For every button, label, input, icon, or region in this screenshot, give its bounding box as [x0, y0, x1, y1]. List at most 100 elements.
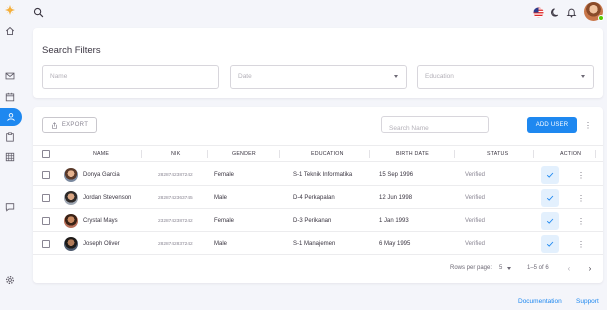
clipboard-icon	[6, 132, 14, 142]
avatar	[64, 191, 78, 205]
header-status: STATUS	[487, 151, 509, 157]
sidebar-item-grid[interactable]	[0, 148, 20, 166]
more-vert-icon[interactable]: ⋮	[577, 192, 585, 204]
cell-nik: 2328742387242	[158, 218, 193, 224]
header-nik: NIK	[171, 151, 181, 157]
chevron-down-icon	[581, 75, 585, 78]
column-separator	[595, 150, 596, 158]
chevron-down-icon	[394, 75, 398, 78]
rows-per-page-select[interactable]: 5	[499, 265, 512, 271]
chat-icon	[5, 203, 15, 212]
column-separator	[533, 150, 534, 158]
export-button[interactable]: EXPORT	[42, 117, 97, 133]
cell-education: S-1 Teknik Informatika	[293, 172, 353, 178]
user-icon	[7, 113, 15, 121]
support-link[interactable]: Support	[576, 298, 599, 305]
cell-birth-date: 15 Sep 1996	[379, 172, 414, 178]
sidebar-item-clipboard[interactable]	[0, 128, 20, 146]
cell-birth-date: 12 Jun 1998	[379, 195, 413, 201]
online-status-dot	[598, 15, 604, 21]
search-icon[interactable]	[32, 6, 44, 18]
sidebar-item-chat[interactable]	[0, 198, 20, 216]
rows-per-page-value: 5	[499, 265, 503, 271]
column-separator	[279, 150, 280, 158]
add-user-button[interactable]: ADD USER	[527, 117, 577, 133]
bell-icon[interactable]	[565, 6, 577, 18]
table-row[interactable]: Crystal Mays 2328742387242 Female D-3 Pe…	[33, 210, 603, 232]
logo-star-icon[interactable]	[0, 1, 20, 19]
cell-education: D-3 Perikanan	[293, 218, 332, 224]
row-checkbox[interactable]	[42, 217, 50, 225]
table-row[interactable]: Jordan Stevenson 2828742363745 Male D-4 …	[33, 187, 603, 209]
moon-icon[interactable]	[549, 6, 561, 18]
check-icon	[546, 195, 554, 201]
row-checkbox[interactable]	[42, 240, 50, 248]
chevron-down-icon	[507, 266, 512, 270]
chevron-left-icon[interactable]: ‹	[564, 263, 574, 273]
sidebar-item-settings[interactable]	[0, 271, 20, 289]
cell-gender: Female	[214, 172, 235, 178]
check-icon	[546, 241, 554, 247]
mail-icon	[5, 72, 15, 80]
documentation-link[interactable]: Documentation	[518, 298, 562, 305]
pagination-range: 1–5 of 6	[527, 265, 549, 271]
select-all-checkbox[interactable]	[42, 150, 50, 158]
export-label: EXPORT	[61, 122, 89, 128]
column-separator	[369, 150, 370, 158]
name-filter-field[interactable]: Name	[42, 65, 219, 89]
header-gender: GENDER	[232, 151, 256, 157]
cell-status: Verified	[465, 172, 486, 178]
us-flag-icon[interactable]	[532, 6, 544, 18]
education-filter-placeholder: Education	[425, 73, 454, 80]
verify-button[interactable]	[541, 212, 559, 230]
cell-name: Crystal Mays	[83, 218, 118, 224]
users-table-card: EXPORT ADD USER ⋮ NAME NIK GENDER EDUCAT…	[33, 107, 603, 283]
cell-birth-date: 1 Jan 1993	[379, 218, 409, 224]
sidebar-item-mail[interactable]	[0, 67, 20, 85]
table-header: NAME NIK GENDER EDUCATION BIRTH DATE STA…	[33, 145, 603, 162]
top-bar	[22, 0, 607, 24]
verify-button[interactable]	[541, 166, 559, 184]
table-row[interactable]: Joseph Oliver 2828742837242 Male S-1 Man…	[33, 233, 603, 255]
column-separator	[141, 150, 142, 158]
date-filter-placeholder: Date	[238, 73, 252, 80]
cell-status: Verified	[465, 241, 486, 247]
export-icon	[51, 121, 57, 129]
header-action: ACTION	[560, 151, 582, 157]
education-filter-select[interactable]: Education	[417, 65, 594, 89]
verify-button[interactable]	[541, 235, 559, 253]
filters-title: Search Filters	[42, 45, 101, 56]
more-vert-icon[interactable]: ⋮	[577, 169, 585, 181]
cell-nik: 2828742837242	[158, 241, 193, 247]
table-row[interactable]: Donya Garcia 2828742387242 Female S-1 Te…	[33, 164, 603, 186]
column-separator	[454, 150, 455, 158]
more-vert-icon[interactable]: ⋮	[584, 119, 592, 131]
search-name-input[interactable]	[382, 121, 488, 136]
more-vert-icon[interactable]: ⋮	[577, 238, 585, 250]
sidebar-item-calendar[interactable]	[0, 88, 20, 106]
avatar	[64, 168, 78, 182]
table-pagination: Rows per page: 5 1–5 of 6 ‹ ›	[33, 259, 603, 279]
row-checkbox[interactable]	[42, 171, 50, 179]
home-icon	[5, 26, 15, 36]
column-separator	[207, 150, 208, 158]
header-birth-date: BIRTH DATE	[396, 151, 429, 157]
avatar[interactable]	[584, 2, 604, 21]
header-education: EDUCATION	[311, 151, 344, 157]
date-filter-select[interactable]: Date	[230, 65, 407, 89]
search-name-box[interactable]	[381, 116, 489, 136]
cell-name: Joseph Oliver	[83, 241, 120, 247]
verify-button[interactable]	[541, 189, 559, 207]
check-icon	[546, 172, 554, 178]
chevron-right-icon[interactable]: ›	[585, 263, 595, 273]
row-checkbox[interactable]	[42, 194, 50, 202]
sidebar-item-users[interactable]	[0, 108, 22, 126]
gear-icon	[6, 276, 14, 284]
sidebar	[0, 0, 22, 310]
avatar	[64, 237, 78, 251]
sidebar-item-home[interactable]	[0, 22, 20, 40]
cell-birth-date: 6 May 1995	[379, 241, 411, 247]
cell-gender: Male	[214, 241, 228, 247]
cell-name: Jordan Stevenson	[83, 195, 132, 201]
more-vert-icon[interactable]: ⋮	[577, 215, 585, 227]
